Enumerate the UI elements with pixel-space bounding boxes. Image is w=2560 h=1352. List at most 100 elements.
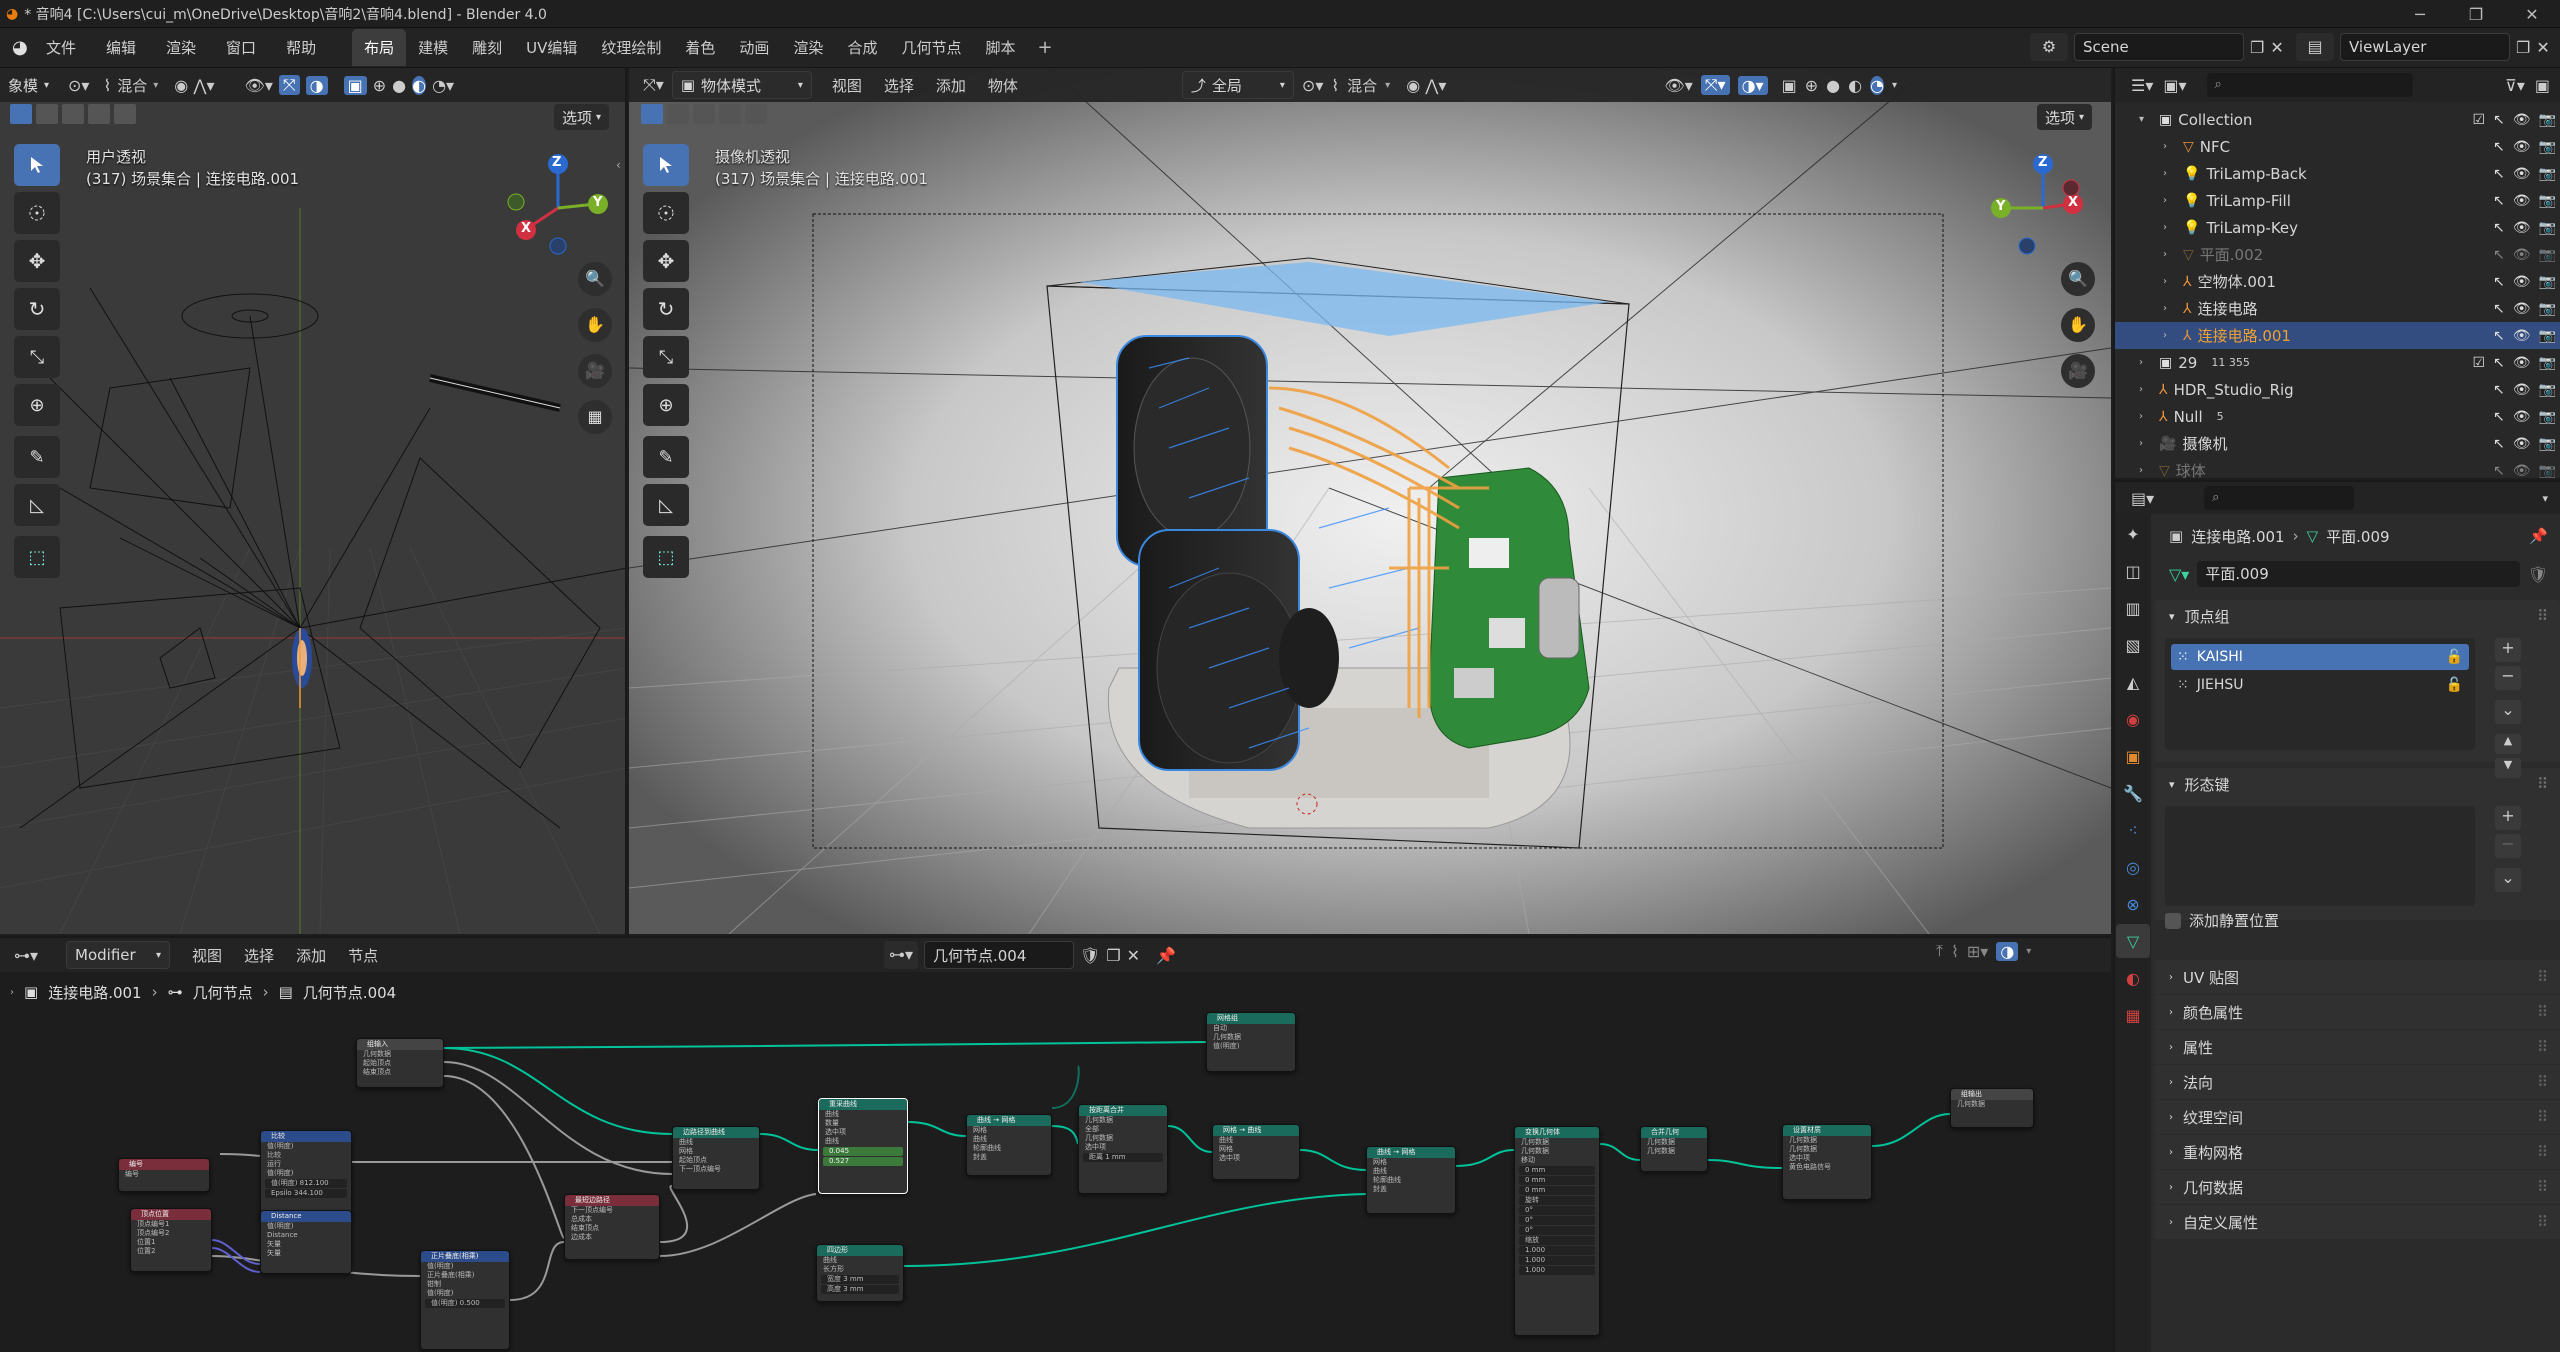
cam-select-subtract-icon[interactable] bbox=[693, 104, 715, 124]
node-socket-label[interactable]: 值(明度) 812.100 bbox=[265, 1179, 347, 1188]
cam-tool-transform[interactable]: ⊕ bbox=[643, 384, 689, 426]
cam-select-intersect-icon[interactable] bbox=[745, 104, 767, 124]
collapsed-panel-header[interactable]: › 法向 ⠿ bbox=[2155, 1065, 2560, 1099]
properties-collapse-icon[interactable]: ▾ bbox=[2542, 492, 2548, 505]
eye-icon[interactable]: 👁 bbox=[2513, 274, 2531, 290]
tab-shading[interactable]: 着色 bbox=[673, 29, 727, 66]
tool-transform[interactable]: ⊕ bbox=[14, 384, 60, 426]
vertex-group-lock-icon[interactable]: 🔓 bbox=[2446, 677, 2463, 693]
node-socket-label[interactable]: 几何数据 bbox=[1783, 1136, 1871, 1145]
tab-geometry-nodes[interactable]: 几何节点 bbox=[889, 29, 973, 66]
mesh-data-name-field[interactable]: 平面.009 bbox=[2197, 561, 2520, 587]
outliner-row[interactable]: › ⅄ Null 5 ↖ 👁 📷 bbox=[2115, 403, 2560, 430]
left-viewport[interactable]: 象模 ▾ ⊙▾ ⌇ 混合 ▾ ◉ ⋀▾ 👁▾ ⤧ ◑ ▣ ⊕ ● ◐ ◔▾ 选项 ▾… bbox=[0, 68, 627, 934]
node-socket-label[interactable]: 轮廓曲线 bbox=[1367, 1176, 1455, 1185]
view-layer-delete-icon[interactable]: ✕ bbox=[2536, 38, 2549, 57]
drag-handle-icon[interactable]: ⠿ bbox=[2537, 1073, 2548, 1091]
cam-tool-annotate[interactable]: ✎ bbox=[643, 436, 689, 478]
cam-tool-move[interactable]: ✥ bbox=[643, 240, 689, 282]
menu-render[interactable]: 渲染 bbox=[166, 37, 196, 58]
tool-cursor[interactable] bbox=[14, 192, 60, 234]
outliner-editor-icon[interactable]: ☰▾ bbox=[2131, 76, 2153, 95]
cam-tool-add-cube[interactable]: ⬚ bbox=[643, 536, 689, 578]
render-camera-icon[interactable]: 📷 bbox=[2539, 193, 2556, 209]
eye-icon[interactable]: 👁 bbox=[2513, 166, 2531, 182]
collapsed-panel-header[interactable]: › 自定义属性 ⠿ bbox=[2155, 1205, 2560, 1239]
cam-tool-measure[interactable]: ◺ bbox=[643, 484, 689, 526]
eye-icon[interactable]: 👁 bbox=[2513, 112, 2531, 128]
select-toggle-icon[interactable]: ↖ bbox=[2493, 328, 2505, 344]
node-socket-label[interactable]: 边成本 bbox=[565, 1233, 659, 1242]
left-mode-selector[interactable]: 象模 ▾ bbox=[0, 71, 62, 99]
node-socket-label[interactable]: 黄色电路信号 bbox=[1783, 1163, 1871, 1172]
cam-zoom-icon[interactable]: 🔍 bbox=[2061, 262, 2095, 296]
expand-arrow-icon[interactable]: › bbox=[2163, 195, 2177, 206]
eye-icon[interactable]: 👁 bbox=[2513, 220, 2531, 236]
outliner-row[interactable]: › ⅄ 连接电路 ↖ 👁 📷 bbox=[2115, 295, 2560, 322]
expand-arrow-icon[interactable]: › bbox=[2163, 222, 2177, 233]
select-toggle-icon[interactable]: ↖ bbox=[2493, 301, 2505, 317]
expand-arrow-icon[interactable]: › bbox=[2139, 411, 2153, 422]
proportional-icon[interactable]: ◉ ⋀▾ bbox=[174, 76, 214, 95]
node-socket-label[interactable]: 网格 bbox=[1367, 1158, 1455, 1167]
add-rest-position-checkbox[interactable] bbox=[2165, 912, 2181, 929]
tab-animation[interactable]: 动画 bbox=[727, 29, 781, 66]
node-index[interactable]: 编号 编号 bbox=[118, 1158, 210, 1192]
node-socket-label[interactable]: 几何数据 bbox=[1951, 1100, 2033, 1109]
scene-new-icon[interactable]: ❐ bbox=[2250, 38, 2264, 57]
scene-delete-icon[interactable]: ✕ bbox=[2270, 38, 2283, 57]
node-socket-label[interactable]: 长方形 bbox=[817, 1265, 903, 1274]
render-camera-icon[interactable]: 📷 bbox=[2539, 274, 2556, 290]
tab-output-icon[interactable]: ▥ bbox=[2116, 591, 2150, 625]
collapsed-panel-header[interactable]: › UV 贴图 ⠿ bbox=[2155, 960, 2560, 994]
node-socket-label[interactable]: 0° bbox=[1519, 1226, 1595, 1235]
node-socket-label[interactable]: 下一顶点编号 bbox=[673, 1165, 759, 1174]
node-socket-label[interactable]: 轮廓曲线 bbox=[967, 1144, 1051, 1153]
select-new-icon[interactable] bbox=[10, 104, 32, 124]
node-distance[interactable]: Distance 值(明度) Distance 矢量 矢量 bbox=[260, 1210, 352, 1274]
render-camera-icon[interactable]: 📷 bbox=[2539, 220, 2556, 236]
node-socket-label[interactable]: 曲线 bbox=[819, 1137, 907, 1146]
view-layer-icon[interactable]: ▤ bbox=[2296, 33, 2334, 61]
outliner-row[interactable]: › ▣ 29 11 355 ☑ ↖ 👁 📷 bbox=[2115, 349, 2560, 376]
vertex-group-list[interactable]: ⁙ KAISHI 🔓 ⁙ JIEHSU 🔓 bbox=[2165, 638, 2475, 750]
outliner-search-field[interactable]: ⌕ bbox=[2206, 73, 2413, 97]
proportional-edit-icon[interactable]: ◉ ⋀▾ bbox=[1406, 76, 1446, 95]
cam-tool-cursor[interactable] bbox=[643, 192, 689, 234]
node-socket-label[interactable]: 值(明度) bbox=[261, 1169, 351, 1178]
tool-select-box[interactable] bbox=[14, 144, 60, 186]
orientation-selector[interactable]: ⤴ 全局 ▾ bbox=[1181, 71, 1294, 99]
visibility-icon[interactable]: 👁▾ bbox=[245, 76, 273, 95]
cam-options-button[interactable]: 选项 ▾ bbox=[2037, 104, 2093, 130]
render-camera-icon[interactable]: 📷 bbox=[2539, 355, 2556, 371]
drag-handle-icon[interactable]: ⠿ bbox=[2537, 1003, 2548, 1021]
cam-shading-material-icon[interactable]: ◐ bbox=[1848, 76, 1862, 95]
node-socket-label[interactable]: 编号 bbox=[119, 1170, 209, 1179]
node-socket-label[interactable]: 矢量 bbox=[261, 1240, 351, 1249]
node-socket-label[interactable]: 总成本 bbox=[565, 1215, 659, 1224]
node-socket-label[interactable]: 0 mm bbox=[1519, 1176, 1595, 1185]
outliner-new-collection-icon[interactable]: ▣ bbox=[2535, 76, 2550, 95]
shape-key-specials-button[interactable]: ⌄ bbox=[2495, 868, 2521, 892]
cam-menu-view[interactable]: 视图 bbox=[832, 75, 862, 96]
tab-rendering[interactable]: 渲染 bbox=[781, 29, 835, 66]
properties-editor-icon[interactable]: ▤▾ bbox=[2131, 489, 2154, 508]
tab-compositing[interactable]: 合成 bbox=[835, 29, 889, 66]
node-group-output[interactable]: 组输出 几何数据 bbox=[1950, 1088, 2034, 1128]
node-socket-label[interactable]: 0° bbox=[1519, 1216, 1595, 1225]
zoom-icon[interactable]: 🔍 bbox=[578, 262, 612, 296]
node-shortest[interactable]: 边路径到曲线 曲线 网格 起始顶点 下一顶点编号 bbox=[672, 1126, 760, 1190]
node-merge[interactable]: 按距离合并 几何数据 全部 几何数据 选中项 距离 1 mm bbox=[1078, 1104, 1168, 1194]
cam-pan-hand-icon[interactable]: ✋ bbox=[2061, 308, 2095, 342]
render-camera-icon[interactable]: 📷 bbox=[2539, 382, 2556, 398]
node-socket-label[interactable]: 0 mm bbox=[1519, 1166, 1595, 1175]
render-camera-icon[interactable]: 📷 bbox=[2539, 301, 2556, 317]
node-socket-label[interactable]: 网格 bbox=[1213, 1145, 1299, 1154]
node-vertex-pos[interactable]: 顶点位置 顶点编号1 顶点编号2 位置1 位置2 bbox=[130, 1208, 212, 1272]
cam-shading-solid-icon[interactable]: ● bbox=[1826, 76, 1840, 95]
collapsed-panel-header[interactable]: › 颜色属性 ⠿ bbox=[2155, 995, 2560, 1029]
tab-render-icon[interactable]: ◫ bbox=[2116, 554, 2150, 588]
menu-help[interactable]: 帮助 bbox=[286, 37, 316, 58]
outliner-row[interactable]: › ⅄ HDR_Studio_Rig ↖ 👁 📷 bbox=[2115, 376, 2560, 403]
cam-select-extend-icon[interactable] bbox=[667, 104, 689, 124]
